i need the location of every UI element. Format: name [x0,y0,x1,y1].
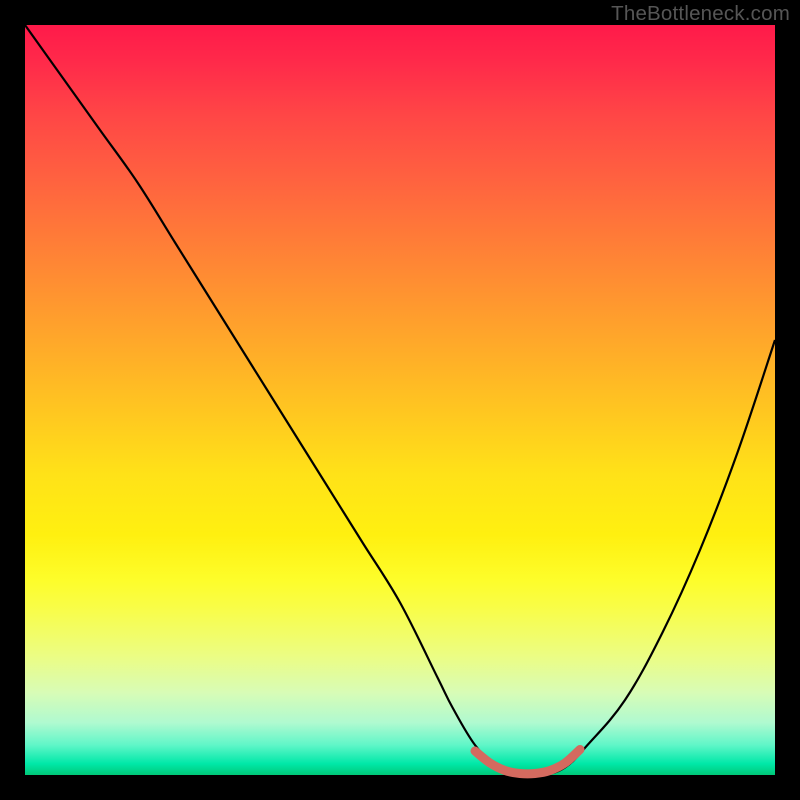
chart-container: TheBottleneck.com [0,0,800,800]
chart-svg [25,25,775,775]
bottom-highlight [475,750,580,774]
main-curve [25,25,775,776]
watermark-text: TheBottleneck.com [611,2,790,26]
